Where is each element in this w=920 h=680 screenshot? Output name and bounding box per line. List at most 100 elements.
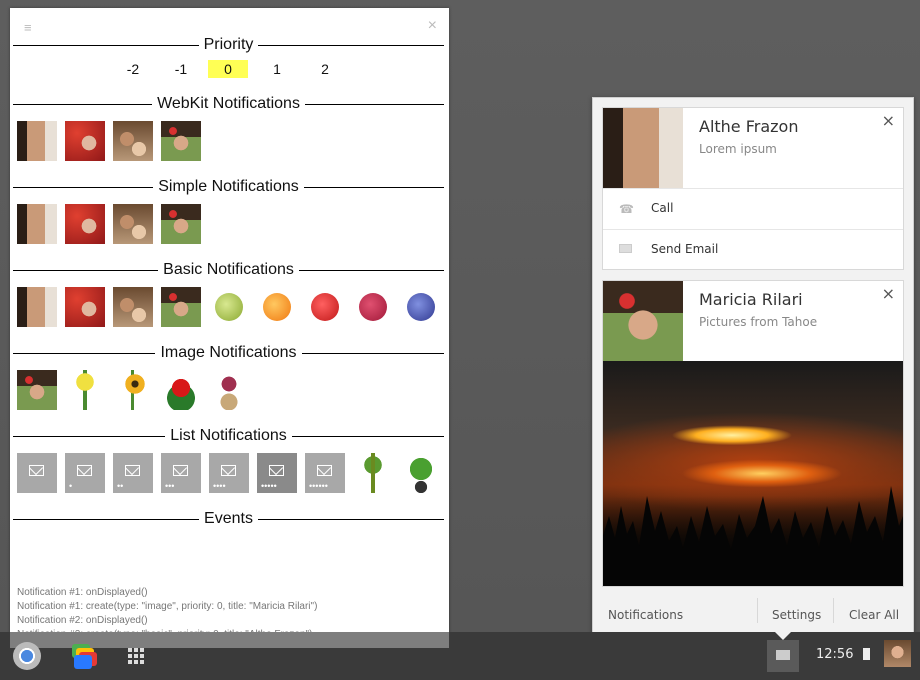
close-icon[interactable]: × bbox=[882, 111, 895, 130]
divider bbox=[833, 598, 834, 623]
priority-option[interactable]: 2 bbox=[305, 60, 345, 78]
item-count-dots: ••••• bbox=[261, 481, 277, 491]
user-avatar[interactable] bbox=[884, 640, 911, 667]
notification-avatar bbox=[603, 108, 683, 188]
orange-icon[interactable] bbox=[263, 293, 291, 321]
woman-flower-thumbnail[interactable] bbox=[17, 370, 57, 410]
sunset-image bbox=[603, 361, 903, 586]
battery-icon[interactable] bbox=[863, 648, 870, 660]
mail-icon bbox=[317, 465, 332, 476]
priority-option[interactable]: -1 bbox=[161, 60, 201, 78]
message-icon bbox=[776, 650, 790, 660]
mother-child-thumbnail[interactable] bbox=[113, 204, 153, 244]
woman-umbrella-thumbnail[interactable] bbox=[65, 204, 105, 244]
notification-avatar bbox=[603, 281, 683, 361]
notification-tray-button[interactable] bbox=[767, 640, 799, 672]
man-face-thumbnail[interactable] bbox=[17, 287, 57, 327]
blueberry-icon[interactable] bbox=[407, 293, 435, 321]
notification-message: Pictures from Tahoe bbox=[699, 315, 818, 329]
clear-all-button[interactable]: Clear All bbox=[849, 608, 899, 622]
bamboo-plant-icon[interactable] bbox=[353, 453, 393, 493]
mail-list-button[interactable] bbox=[17, 453, 57, 493]
mail-icon bbox=[77, 465, 92, 476]
menu-icon[interactable]: ≡ bbox=[24, 20, 32, 35]
woman-flower-thumbnail[interactable] bbox=[161, 121, 201, 161]
notification-center-footer: Notifications Settings Clear All bbox=[593, 598, 913, 633]
strawberry-icon[interactable] bbox=[311, 293, 339, 321]
item-count-dots: •• bbox=[117, 481, 124, 491]
section-image: Image Notifications bbox=[13, 342, 444, 364]
log-line: Notification #2: onDisplayed() bbox=[17, 615, 148, 626]
divider bbox=[757, 598, 758, 623]
priority-option[interactable]: 1 bbox=[257, 60, 297, 78]
mail-icon bbox=[619, 244, 635, 256]
man-face-thumbnail[interactable] bbox=[17, 204, 57, 244]
item-count-dots: ••• bbox=[165, 481, 175, 491]
potted-plant-icon[interactable] bbox=[401, 453, 441, 493]
notifications-label: Notifications bbox=[608, 608, 684, 622]
mail-list-button[interactable]: ••••• bbox=[257, 453, 297, 493]
mail-list-button[interactable]: •• bbox=[113, 453, 153, 493]
section-title: List Notifications bbox=[170, 427, 287, 444]
item-count-dots: •••••• bbox=[309, 481, 328, 491]
mail-list-button[interactable]: •••••• bbox=[305, 453, 345, 493]
notification-message: Lorem ipsum bbox=[699, 142, 777, 156]
section-title: WebKit Notifications bbox=[157, 95, 300, 112]
priority-selector: -2 -1 0 1 2 bbox=[10, 60, 449, 80]
item-count-dots: •••• bbox=[213, 481, 226, 491]
woman-umbrella-thumbnail[interactable] bbox=[65, 121, 105, 161]
mail-list-button[interactable]: ••• bbox=[161, 453, 201, 493]
mail-icon bbox=[173, 465, 188, 476]
mail-icon bbox=[221, 465, 236, 476]
notification-demo-app-icon[interactable] bbox=[70, 642, 98, 670]
priority-option[interactable]: -2 bbox=[113, 60, 153, 78]
mother-child-thumbnail[interactable] bbox=[113, 121, 153, 161]
section-title: Image Notifications bbox=[160, 344, 297, 361]
log-line: Notification #1: create(type: "image", p… bbox=[17, 601, 318, 612]
tree-silhouette bbox=[603, 486, 903, 586]
mail-list-button[interactable]: •••• bbox=[209, 453, 249, 493]
poinsettia-icon[interactable] bbox=[161, 370, 201, 410]
section-events: Events bbox=[13, 508, 445, 530]
notification-center-pointer bbox=[775, 632, 791, 640]
notification-demo-window: ≡ × Priority -2 -1 0 1 2 WebKit Notifica… bbox=[10, 8, 449, 648]
app-launcher-icon[interactable] bbox=[128, 648, 144, 664]
notification-card[interactable]: Maricia Rilari Pictures from Tahoe × bbox=[602, 280, 904, 587]
raspberry-icon[interactable] bbox=[359, 293, 387, 321]
mail-icon bbox=[269, 465, 284, 476]
section-title: Priority bbox=[203, 36, 254, 53]
phone-icon: ☎ bbox=[619, 202, 634, 216]
woman-flower-thumbnail[interactable] bbox=[161, 204, 201, 244]
notification-title: Maricia Rilari bbox=[699, 290, 803, 309]
mail-icon bbox=[29, 465, 44, 476]
woman-umbrella-thumbnail[interactable] bbox=[65, 287, 105, 327]
priority-option-selected[interactable]: 0 bbox=[208, 60, 248, 78]
chrome-icon[interactable] bbox=[13, 642, 41, 670]
send-email-action-button[interactable]: Send Email bbox=[603, 229, 903, 270]
action-label: Send Email bbox=[651, 242, 719, 256]
close-icon[interactable]: × bbox=[882, 284, 895, 303]
settings-button[interactable]: Settings bbox=[772, 608, 821, 622]
section-webkit: WebKit Notifications bbox=[13, 93, 444, 115]
log-line: Notification #1: onDisplayed() bbox=[17, 587, 148, 598]
section-simple: Simple Notifications bbox=[13, 176, 444, 198]
notification-card[interactable]: Althe Frazon Lorem ipsum × ☎ Call Send E… bbox=[602, 107, 904, 270]
woman-flower-thumbnail[interactable] bbox=[161, 287, 201, 327]
yellow-flowers-vase-icon[interactable] bbox=[65, 370, 105, 410]
pear-icon[interactable] bbox=[215, 293, 243, 321]
section-title: Events bbox=[204, 510, 253, 527]
man-face-thumbnail[interactable] bbox=[17, 121, 57, 161]
call-action-button[interactable]: ☎ Call bbox=[603, 188, 903, 229]
mail-list-button[interactable]: • bbox=[65, 453, 105, 493]
section-basic: Basic Notifications bbox=[13, 259, 444, 281]
notification-center: Althe Frazon Lorem ipsum × ☎ Call Send E… bbox=[592, 97, 914, 634]
action-label: Call bbox=[651, 201, 674, 215]
mother-child-thumbnail[interactable] bbox=[113, 287, 153, 327]
potted-flower-icon[interactable] bbox=[209, 370, 249, 410]
section-list: List Notifications bbox=[13, 425, 444, 447]
close-icon[interactable]: × bbox=[428, 17, 437, 35]
notification-title: Althe Frazon bbox=[699, 117, 799, 136]
sunflower-icon[interactable] bbox=[113, 370, 153, 410]
clock[interactable]: 12:56 bbox=[816, 647, 853, 662]
section-title: Simple Notifications bbox=[158, 178, 299, 195]
